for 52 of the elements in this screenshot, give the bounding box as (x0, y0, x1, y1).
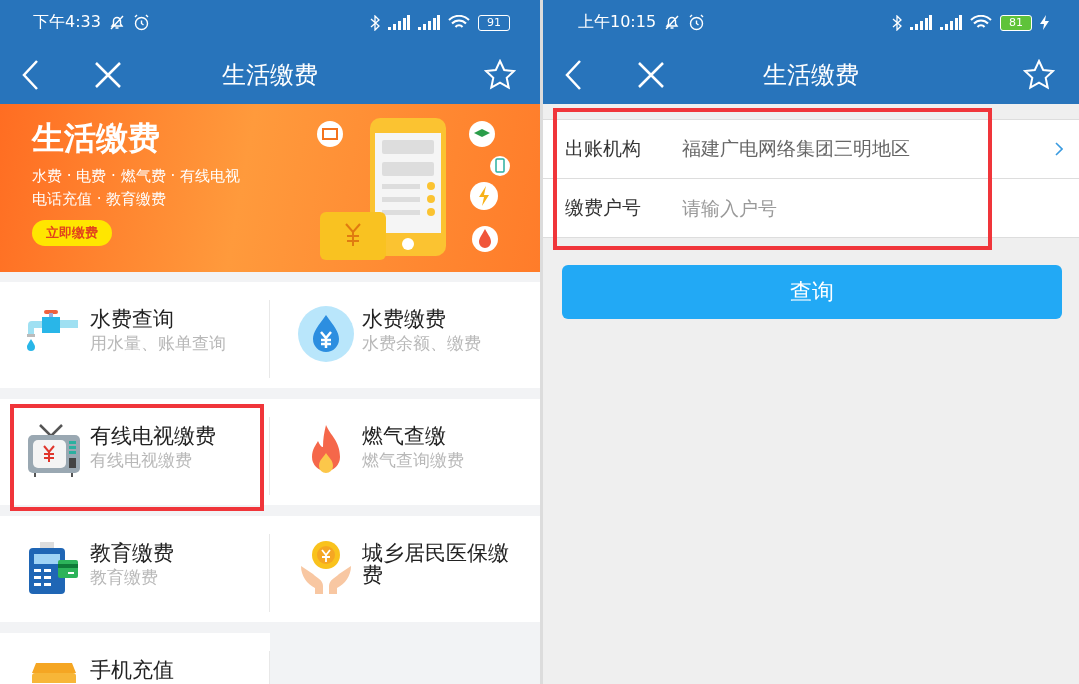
signal-icon (910, 15, 932, 30)
status-time: 上午10:15 (578, 12, 657, 33)
service-title: 水费查询 (90, 308, 175, 331)
service-subtitle: 燃气查询缴费 (362, 449, 464, 473)
alarm-clock-icon (688, 14, 706, 31)
banner-title: 生活缴费 (32, 120, 161, 157)
page-title: 生活缴费 (222, 60, 318, 89)
service-subtitle: 有线电视缴费 (90, 449, 193, 473)
signal-icon (418, 15, 440, 30)
status-time: 下午4:33 (33, 12, 101, 33)
back-icon (565, 59, 581, 90)
chevron-right-icon (1055, 142, 1063, 156)
close-icon (638, 61, 664, 88)
close-icon (95, 61, 121, 88)
service-tile[interactable]: 教育缴费 教育缴费 (0, 516, 270, 622)
service-subtitle: 教育缴费 (90, 566, 159, 590)
charging-bolt-icon (1040, 15, 1049, 30)
star-icon (1023, 59, 1055, 90)
bell-off-icon (664, 14, 681, 31)
page-title: 生活缴费 (763, 60, 859, 89)
service-subtitle: 水费余额、缴费 (362, 332, 481, 356)
bluetooth-icon (370, 14, 380, 31)
field-label: 缴费户号 (565, 195, 642, 220)
service-title: 燃气查缴 (362, 425, 447, 448)
hands-coin-icon (298, 540, 354, 596)
service-tile[interactable]: 水费缴费 水费余额、缴费 (270, 282, 540, 388)
tv-icon (26, 423, 82, 479)
service-title: 有线电视缴费 (90, 425, 216, 448)
banner-text: 电话充值 · 教育缴费 (32, 190, 168, 210)
service-tile[interactable]: 城乡居民医保缴费 (270, 516, 540, 622)
account-number-input[interactable]: 请输入户号 (682, 197, 1063, 219)
alarm-clock-icon (132, 14, 150, 31)
signal-icon (940, 15, 962, 30)
water-drop-icon (298, 306, 354, 362)
service-title: 水费缴费 (362, 308, 447, 331)
field-label: 出账机构 (565, 136, 642, 161)
signal-icon (388, 15, 410, 30)
biller-select[interactable]: 出账机构 福建广电网络集团三明地区 (543, 120, 1079, 178)
bell-off-icon (108, 14, 125, 31)
back-icon (22, 59, 38, 90)
battery-indicator: 81 (1000, 14, 1032, 31)
bluetooth-icon (892, 14, 902, 31)
star-icon (484, 59, 516, 90)
service-title: 教育缴费 (90, 542, 174, 565)
field-value: 福建广电网络集团三明地区 (682, 136, 911, 161)
service-title: 城乡居民医保缴费 (362, 542, 510, 587)
battery-indicator: 91 (478, 14, 510, 31)
service-subtitle: 用水量、账单查询 (90, 332, 226, 356)
service-tile[interactable]: 燃气查缴 燃气查询缴费 (270, 399, 540, 505)
service-tile[interactable]: 水费查询 用水量、账单查询 (0, 282, 270, 388)
service-title: 手机充值 (90, 659, 174, 682)
banner-text: 水费 · 电费 · 燃气费 · 有线电视 (32, 166, 240, 187)
